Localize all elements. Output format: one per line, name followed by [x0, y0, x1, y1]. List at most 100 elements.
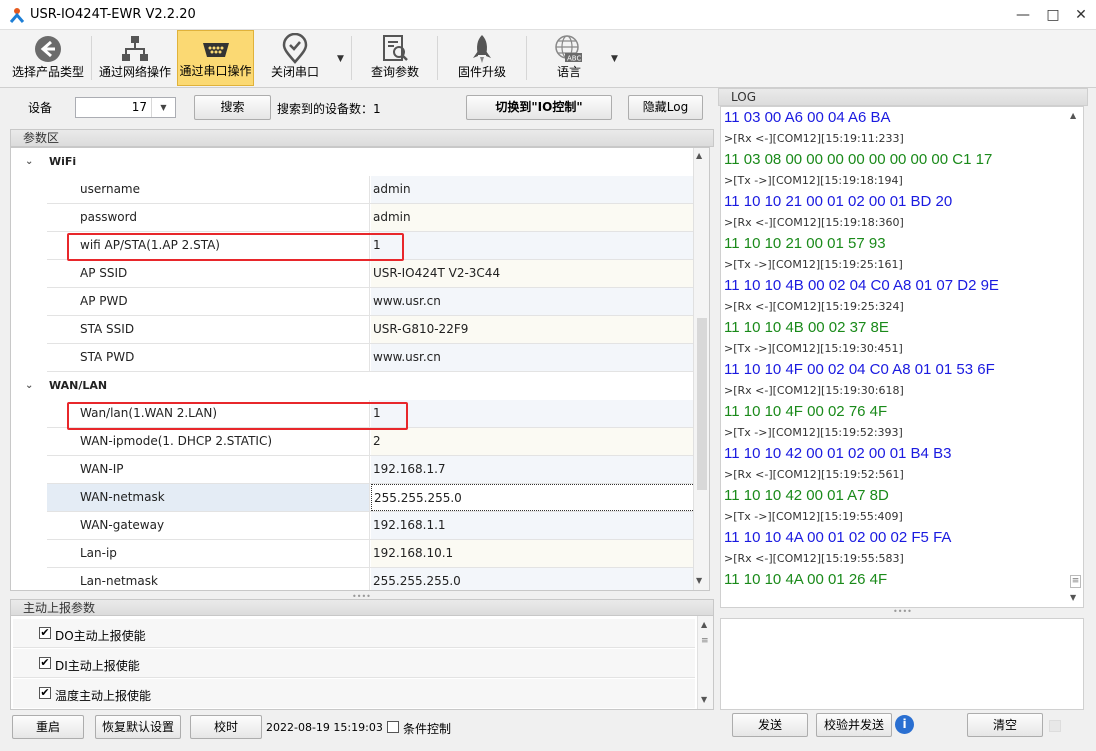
- chevron-down-icon[interactable]: ▼: [151, 98, 175, 117]
- grid-row-selected[interactable]: WAN-netmask 255.255.255.0: [47, 484, 695, 512]
- param-value[interactable]: 2: [371, 428, 695, 455]
- toolbar-network-op[interactable]: 通过网络操作: [95, 30, 175, 86]
- found-count: 搜索到的设备数：1: [277, 102, 381, 116]
- grid-row[interactable]: username admin: [47, 176, 695, 204]
- current-datetime: 2022-08-19 15:19:03 5: [266, 721, 394, 734]
- chevron-up-icon[interactable]: ▲: [696, 151, 702, 160]
- param-value[interactable]: 255.255.255.0: [371, 568, 695, 590]
- scroll-grip-icon[interactable]: ≡: [1070, 575, 1081, 588]
- list-item[interactable]: ✔ DO主动上报使能: [13, 619, 695, 648]
- log-line: >[Rx <-][COM12][15:19:25:324]: [724, 300, 904, 313]
- minimize-button[interactable]: —: [1008, 0, 1038, 30]
- chevron-down-icon[interactable]: ▼: [701, 695, 707, 704]
- hide-log-button[interactable]: 隐藏Log: [628, 95, 703, 120]
- resize-grip[interactable]: [1049, 720, 1061, 732]
- report-scrollbar[interactable]: ▲ ≡ ▼: [697, 616, 713, 709]
- grid-row[interactable]: AP SSID USR-IO424T V2-3C44: [47, 260, 695, 288]
- grid-row[interactable]: STA SSID USR-G810-22F9: [47, 316, 695, 344]
- device-value: 17: [131, 100, 147, 114]
- param-value[interactable]: 1: [371, 400, 695, 427]
- log-line: >[Tx ->][COM12][15:19:52:393]: [724, 426, 903, 439]
- grid-row[interactable]: WAN-gateway 192.168.1.1: [47, 512, 695, 540]
- list-item[interactable]: ✔ 温度主动上报使能: [13, 679, 695, 708]
- param-value[interactable]: www.usr.cn: [371, 344, 695, 371]
- switch-io-control-button[interactable]: 切换到"IO控制": [466, 95, 612, 120]
- restore-defaults-button[interactable]: 恢复默认设置: [95, 715, 181, 739]
- scroll-thumb[interactable]: [697, 318, 707, 490]
- log-line: >[Rx <-][COM12][15:19:11:233]: [724, 132, 904, 145]
- group-header-wan-lan[interactable]: ⌄ WAN/LAN: [11, 372, 695, 400]
- grid-row[interactable]: WAN-IP 192.168.1.7: [47, 456, 695, 484]
- chevron-down-icon[interactable]: ▼: [696, 576, 702, 585]
- sync-time-button[interactable]: 校时: [190, 715, 262, 739]
- param-value[interactable]: 255.255.255.0: [371, 484, 695, 511]
- device-label: 设备: [28, 101, 53, 115]
- chevron-down-icon[interactable]: ▼: [337, 54, 344, 64]
- report-params-list: ✔ DO主动上报使能 ✔ DI主动上报使能 ✔ 温度主动上报使能 ▲ ≡ ▼: [10, 615, 714, 710]
- param-value[interactable]: USR-IO424T V2-3C44: [371, 260, 695, 287]
- splitter-grip[interactable]: ••••: [893, 607, 912, 616]
- chevron-up-icon[interactable]: ▲: [701, 620, 707, 629]
- toolbar-query-params[interactable]: 查询参数: [358, 30, 432, 86]
- maximize-button[interactable]: □: [1038, 0, 1068, 30]
- toolbar-divider: [526, 36, 527, 80]
- param-value[interactable]: 1: [371, 232, 695, 259]
- clear-button[interactable]: 清空: [967, 713, 1043, 737]
- send-input[interactable]: [720, 618, 1084, 710]
- toolbar-label: 通过串口操作: [179, 64, 252, 78]
- grid-row[interactable]: WAN-ipmode(1. DHCP 2.STATIC) 2: [47, 428, 695, 456]
- toolbar-serial-op[interactable]: 通过串口操作: [177, 30, 254, 86]
- param-value[interactable]: admin: [371, 176, 695, 203]
- params-section-header: 参数区: [10, 129, 714, 147]
- close-window-button[interactable]: ✕: [1066, 0, 1096, 30]
- log-line: 11 10 10 4A 00 01 02 00 02 F5 FA: [724, 529, 952, 546]
- param-value[interactable]: 192.168.1.1: [371, 512, 695, 539]
- log-scrollbar[interactable]: ▲ ≡ ▼: [1067, 107, 1083, 607]
- grid-row[interactable]: password admin: [47, 204, 695, 232]
- param-name: STA PWD: [47, 344, 370, 371]
- param-name: password: [47, 204, 370, 231]
- grid-scrollbar[interactable]: ▲ ▼: [693, 148, 709, 590]
- param-name: username: [47, 176, 370, 203]
- checkbox[interactable]: ✔: [39, 627, 51, 639]
- info-icon[interactable]: i: [895, 715, 914, 734]
- param-value[interactable]: 192.168.1.7: [371, 456, 695, 483]
- chevron-up-icon[interactable]: ▲: [1070, 111, 1076, 120]
- log-line: 11 10 10 42 00 01 A7 8D: [724, 487, 889, 504]
- toolbar-select-product[interactable]: 选择产品类型: [8, 30, 88, 86]
- toolbar-label: 查询参数: [370, 65, 419, 79]
- grid-row[interactable]: Lan-netmask 255.255.255.0: [47, 568, 695, 590]
- param-value[interactable]: www.usr.cn: [371, 288, 695, 315]
- grid-row[interactable]: AP PWD www.usr.cn: [47, 288, 695, 316]
- param-value[interactable]: USR-G810-22F9: [371, 316, 695, 343]
- restart-button[interactable]: 重启: [12, 715, 84, 739]
- log-output[interactable]: 11 03 00 A6 00 04 A6 BA >[Rx <-][COM12][…: [720, 106, 1084, 608]
- log-line: 11 03 00 A6 00 04 A6 BA: [724, 109, 891, 126]
- param-name: AP PWD: [47, 288, 370, 315]
- list-item[interactable]: ✔ DI主动上报使能: [13, 649, 695, 678]
- param-name: WAN-ipmode(1. DHCP 2.STATIC): [47, 428, 370, 455]
- toolbar-language[interactable]: ABC 语言: [533, 30, 605, 86]
- checkbox[interactable]: ✔: [39, 687, 51, 699]
- condition-control-checkbox[interactable]: [387, 721, 399, 733]
- chevron-down-icon[interactable]: ⌄: [25, 372, 33, 400]
- search-button[interactable]: 搜索: [194, 95, 271, 120]
- send-button[interactable]: 发送: [732, 713, 808, 737]
- log-line: 11 10 10 4F 00 02 76 4F: [724, 403, 888, 420]
- chevron-down-icon[interactable]: ▼: [1070, 593, 1076, 602]
- toolbar-close-serial[interactable]: 关闭串口: [258, 30, 332, 86]
- chevron-down-icon[interactable]: ▼: [611, 54, 618, 64]
- param-value[interactable]: admin: [371, 204, 695, 231]
- device-select[interactable]: 17 ▼: [75, 97, 176, 118]
- scroll-grip-icon[interactable]: ≡: [701, 636, 709, 646]
- checkbox[interactable]: ✔: [39, 657, 51, 669]
- globe-abc-icon: ABC: [555, 35, 582, 63]
- param-value[interactable]: 192.168.10.1: [371, 540, 695, 567]
- location-check-icon: [282, 33, 308, 64]
- grid-row[interactable]: STA PWD www.usr.cn: [47, 344, 695, 372]
- chevron-down-icon[interactable]: ⌄: [25, 148, 33, 176]
- grid-row[interactable]: Lan-ip 192.168.10.1: [47, 540, 695, 568]
- group-header-wifi[interactable]: ⌄ WiFi: [11, 148, 695, 176]
- verify-send-button[interactable]: 校验并发送: [816, 713, 892, 737]
- toolbar-firmware-upgrade[interactable]: 固件升级: [444, 30, 520, 86]
